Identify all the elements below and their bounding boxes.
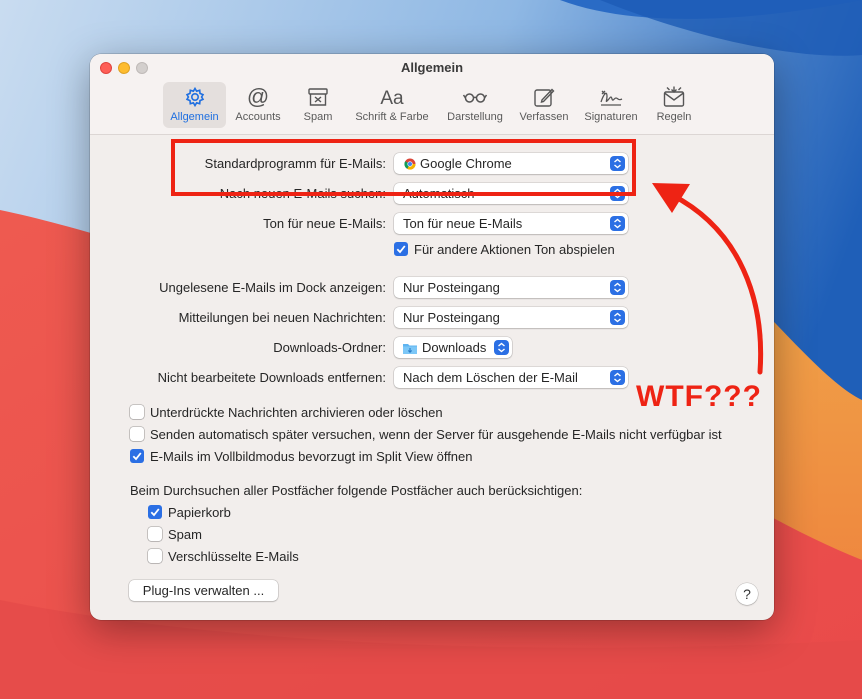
search-encrypted-label: Verschlüsselte E-Mails (168, 549, 299, 564)
downloads-label: Downloads-Ordner: (273, 340, 386, 355)
tab-label: Regeln (656, 111, 692, 123)
general-settings-panel: Standardprogramm für E-Mails: Google Chr… (90, 136, 774, 620)
help-button[interactable]: ? (736, 583, 758, 605)
dock-label: Ungelesene E-Mails im Dock anzeigen: (159, 280, 386, 295)
downloads-folder-icon (403, 344, 417, 354)
tab-label: Spam (303, 111, 333, 123)
split-view-checkbox[interactable] (130, 449, 144, 463)
sound-value: Ton für neue E-Mails (403, 216, 523, 231)
search-encrypted-checkbox[interactable] (148, 549, 162, 563)
annotation-highlight-box (171, 139, 636, 196)
remove-downloads-popup[interactable]: Nach dem Löschen der E-Mail (394, 367, 628, 388)
downloads-popup[interactable]: Downloads (394, 337, 512, 358)
remove-downloads-label: Nicht bearbeitete Downloads entfernen: (157, 370, 386, 385)
archive-suppressed-checkbox[interactable] (130, 405, 144, 419)
downloads-value: Downloads (422, 340, 487, 355)
search-trash-label: Papierkorb (168, 505, 231, 520)
tab-allgemein[interactable]: Allgemein (163, 82, 226, 128)
sound-label: Ton für neue E-Mails: (263, 216, 386, 231)
search-spam-checkbox[interactable] (148, 527, 162, 541)
notify-popup[interactable]: Nur Posteingang (394, 307, 628, 328)
manage-plugins-button[interactable]: Plug-Ins verwalten ... (129, 580, 278, 601)
window-title: Allgemein (400, 60, 464, 75)
window-titlebar: Allgemein Allgemein @ Accounts Spam Aa S… (90, 54, 774, 135)
glasses-icon (462, 93, 488, 103)
tab-label: Verfassen (519, 111, 569, 123)
svg-text:@: @ (247, 85, 269, 109)
annotation-text: WTF??? (636, 380, 762, 413)
sound-other-label: Für andere Aktionen Ton abspielen (414, 242, 615, 257)
sound-other-checkbox[interactable] (394, 242, 408, 256)
tab-label: Allgemein (170, 111, 219, 123)
retry-send-checkbox[interactable] (130, 427, 144, 441)
tab-signaturen[interactable]: Signaturen (580, 82, 642, 128)
search-spam-label: Spam (168, 527, 202, 542)
tab-label: Schrift & Farbe (355, 111, 429, 123)
archive-suppressed-label: Unterdrückte Nachrichten archivieren ode… (150, 405, 443, 420)
junk-icon (308, 88, 328, 106)
search-heading: Beim Durchsuchen aller Postfächer folgen… (130, 483, 583, 498)
dock-value: Nur Posteingang (403, 280, 500, 295)
notify-value: Nur Posteingang (403, 310, 500, 325)
notify-label: Mitteilungen bei neuen Nachrichten: (178, 310, 386, 325)
sound-popup[interactable]: Ton für neue E-Mails (394, 213, 628, 234)
at-icon: @ (247, 85, 269, 109)
compose-icon (534, 88, 555, 107)
tab-spam[interactable]: Spam (295, 82, 341, 128)
search-trash-checkbox[interactable] (148, 505, 162, 519)
tab-darstellung[interactable]: Darstellung (441, 82, 509, 128)
popup-arrows-icon (610, 310, 625, 325)
svg-text:Aa: Aa (380, 88, 404, 109)
gear-icon (185, 86, 204, 108)
popup-arrows-icon (494, 340, 509, 355)
popup-arrows-icon (610, 280, 625, 295)
tab-regeln[interactable]: Regeln (652, 82, 696, 128)
tab-verfassen[interactable]: Verfassen (515, 82, 573, 128)
tab-label: Signaturen (584, 111, 638, 123)
font-icon: Aa (380, 88, 404, 109)
tab-accounts[interactable]: @ Accounts (230, 82, 286, 128)
dock-popup[interactable]: Nur Posteingang (394, 277, 628, 298)
popup-arrows-icon (610, 370, 625, 385)
tab-schrift-farbe[interactable]: Aa Schrift & Farbe (349, 82, 435, 128)
popup-arrows-icon (610, 216, 625, 231)
split-view-label: E-Mails im Vollbildmodus bevorzugt im Sp… (150, 449, 473, 464)
tab-label: Darstellung (447, 111, 503, 123)
remove-downloads-value: Nach dem Löschen der E-Mail (403, 370, 578, 385)
signature-icon (600, 90, 623, 106)
tab-label: Accounts (235, 111, 281, 123)
retry-send-label: Senden automatisch später versuchen, wen… (150, 427, 722, 442)
rules-icon (663, 86, 685, 107)
